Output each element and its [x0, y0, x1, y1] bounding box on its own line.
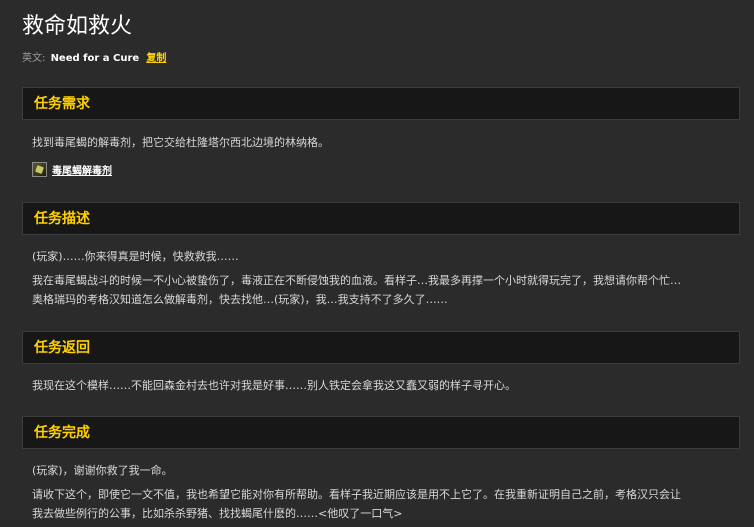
english-name: Need for a Cure	[50, 53, 140, 64]
completion-line: 我去做些例行的公事，比如杀杀野猪、找找蝎尾什麽的……<他叹了一口气>	[32, 507, 403, 520]
page-title: 救命如救火	[22, 14, 133, 39]
section-title: 任务返回	[34, 340, 90, 356]
section-header-return: 任务返回	[22, 331, 740, 364]
section-title: 任务完成	[34, 425, 90, 441]
return-text: 我现在这个模样……不能回森金村去也许对我是好事……别人铁定会拿我这又蠢又弱的样子…	[32, 379, 516, 392]
quest-page: 救命如救火 英文: Need for a Cure 复制 任务需求 找到毒尾蝎的…	[0, 0, 754, 527]
completion-line: (玩家)，谢谢你救了我一命。	[32, 464, 173, 477]
section-header-description: 任务描述	[22, 202, 740, 235]
copy-link[interactable]: 复制	[146, 53, 166, 64]
required-item[interactable]: 毒尾蝎解毒剂	[32, 160, 112, 178]
requirements-text: 找到毒尾蝎的解毒剂，把它交给杜隆塔尔西北边境的林纳格。	[32, 136, 329, 149]
completion-line: 请收下这个，即使它一文不值，我也希望它能对你有所帮助。看样子我近期应该是用不上它…	[32, 488, 681, 501]
english-label: 英文:	[22, 53, 46, 64]
description-line: (玩家)……你来得真是时候，快救救我……	[32, 250, 239, 263]
potion-icon	[32, 161, 47, 177]
section-title: 任务需求	[34, 96, 90, 112]
description-line: 我在毒尾蝎战斗的时候一不小心被蛰伤了，毒液正在不断侵蚀我的血液。看样子…我最多再…	[32, 274, 681, 287]
english-name-row: 英文: Need for a Cure 复制	[22, 52, 166, 66]
section-title: 任务描述	[34, 211, 90, 227]
section-header-completion: 任务完成	[22, 416, 740, 449]
section-header-requirements: 任务需求	[22, 87, 740, 120]
required-item-link[interactable]: 毒尾蝎解毒剂	[52, 162, 112, 177]
description-line: 奥格瑞玛的考格汉知道怎么做解毒剂，快去找他…(玩家)，我…我支持不了多久了……	[32, 293, 448, 306]
